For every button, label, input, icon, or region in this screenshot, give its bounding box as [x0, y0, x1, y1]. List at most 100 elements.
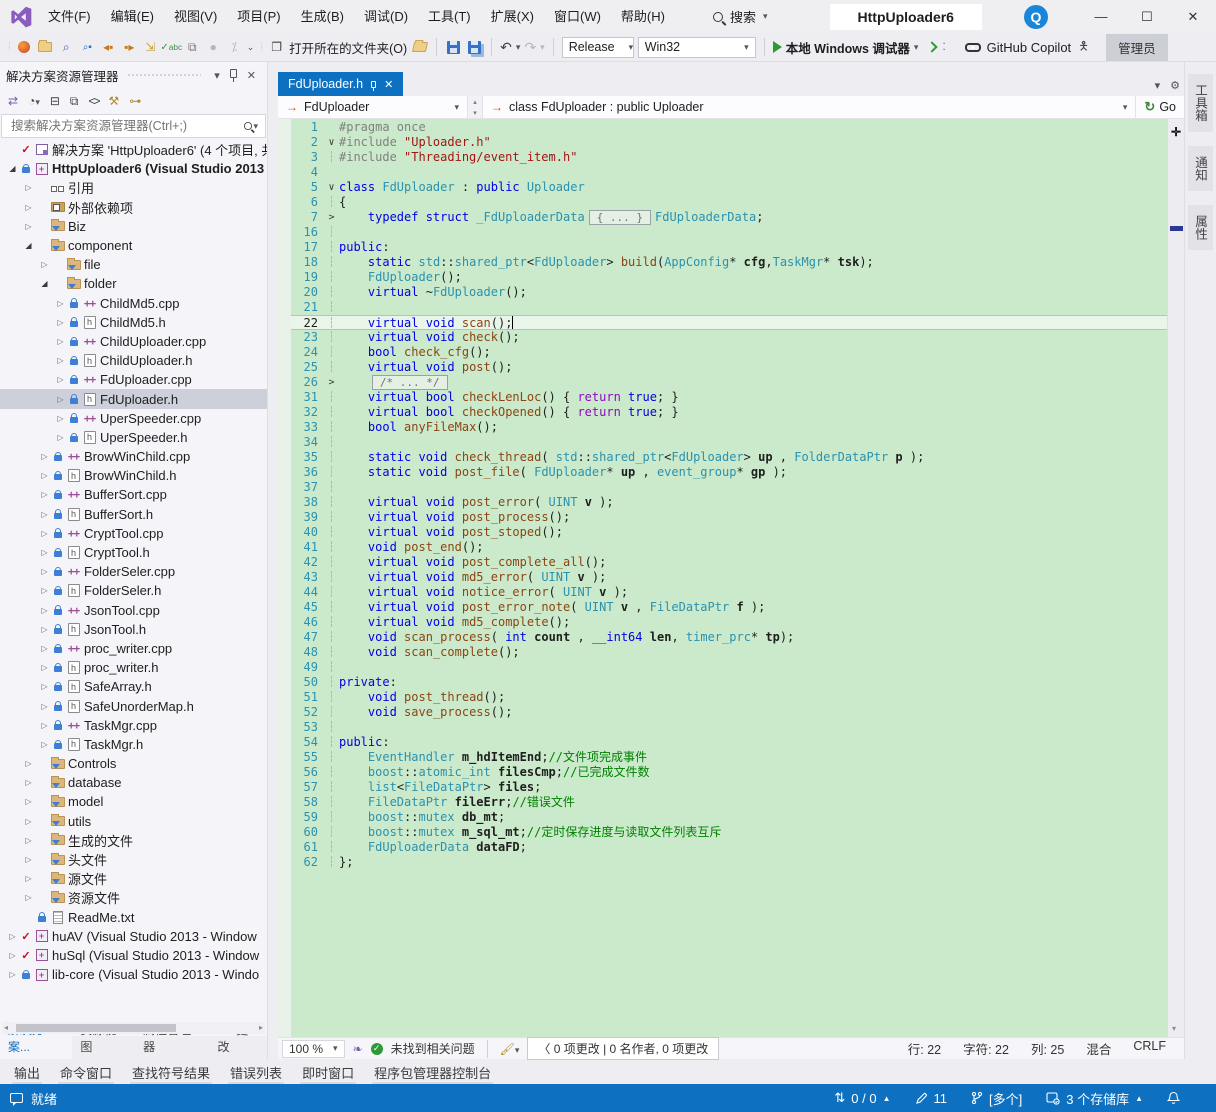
code-line-42[interactable]: 42┆ virtual void post_complete_all();	[291, 555, 1167, 570]
sync-with-active-document-icon[interactable]: <>	[88, 94, 98, 108]
expander-icon[interactable]: ▷	[22, 874, 35, 883]
panel-tab-2[interactable]: 查找符号结果	[124, 1061, 218, 1084]
menu-窗口[interactable]: 窗口(W)	[544, 0, 611, 33]
code-line-60[interactable]: 60┆ boost::mutex m_sql_mt;//定时保存进度与读取文件列…	[291, 825, 1167, 840]
eol-indicator[interactable]: CRLF	[1133, 1039, 1166, 1058]
tree-item-BrowWinChild.h[interactable]: ▷hBrowWinChild.h	[0, 466, 267, 485]
problems-status[interactable]: 未找到相关问题	[391, 1040, 475, 1057]
code-line-52[interactable]: 52┆ void save_process();	[291, 705, 1167, 720]
code-line-37[interactable]: 37┆	[291, 480, 1167, 495]
tree-item-CryptTool.h[interactable]: ▷hCryptTool.h	[0, 543, 267, 562]
find-symbol-icon[interactable]: ⌕▪	[79, 39, 96, 56]
code-line-5[interactable]: 5∨class FdUploader : public Uploader	[291, 180, 1167, 195]
tree-item-proc_writer.cpp[interactable]: ▷++proc_writer.cpp	[0, 639, 267, 658]
debug-target-button[interactable]: 本地 Windows 调试器	[786, 38, 910, 57]
tree-item-TaskMgr.cpp[interactable]: ▷++TaskMgr.cpp	[0, 716, 267, 735]
menu-工具[interactable]: 工具(T)	[418, 0, 481, 33]
expander-icon[interactable]: ▷	[6, 932, 19, 941]
tree-item-资源文件[interactable]: ▷资源文件	[0, 888, 267, 907]
code-line-18[interactable]: 18┆ static std::shared_ptr<FdUploader> b…	[291, 255, 1167, 270]
open-folder-icon[interactable]	[411, 39, 428, 56]
tablist-dropdown-icon[interactable]: ▾	[1155, 79, 1161, 92]
expand-region-icon[interactable]: >	[324, 375, 339, 390]
code-line-56[interactable]: 56┆ boost::atomic_int filesCmp;//已完成文件数	[291, 765, 1167, 780]
open-containing-folder-button[interactable]: 打开所在的文件夹(O)	[289, 38, 407, 57]
tree-item-源文件[interactable]: ▷源文件	[0, 869, 267, 888]
toolbar-overflow[interactable]: ⁚	[942, 42, 944, 53]
expander-icon[interactable]: ▷	[22, 836, 35, 845]
tree-item-SafeUnorderMap.h[interactable]: ▷hSafeUnorderMap.h	[0, 696, 267, 715]
code-line-3[interactable]: 3┆#include "Threading/event_item.h"	[291, 150, 1167, 165]
panel-splitter[interactable]	[268, 62, 278, 1059]
expander-icon[interactable]: ▷	[22, 855, 35, 864]
expander-icon[interactable]: ▷	[38, 260, 51, 269]
navigate-backward-icon[interactable]: ◂▪	[100, 39, 117, 56]
pending-edits-status[interactable]: 11	[915, 1091, 948, 1106]
tree-item-database[interactable]: ▷database	[0, 773, 267, 792]
save-icon[interactable]	[445, 39, 462, 56]
expander-icon[interactable]: ▷	[38, 471, 51, 480]
code-line-47[interactable]: 47┆ void scan_process( int count , __int…	[291, 630, 1167, 645]
code-line-48[interactable]: 48┆ void scan_complete();	[291, 645, 1167, 660]
minimize-button[interactable]: —	[1078, 0, 1124, 33]
collapsed-region-box[interactable]: /* ... */	[372, 375, 448, 390]
tree-item-BrowWinChild.cpp[interactable]: ▷++BrowWinChild.cpp	[0, 447, 267, 466]
feedback-bubble-icon[interactable]	[10, 1093, 23, 1103]
tree-item-ReadMe.txt[interactable]: ReadMe.txt	[0, 908, 267, 927]
code-line-44[interactable]: 44┆ virtual void notice_error( UINT v );	[291, 585, 1167, 600]
side-tab-工具箱[interactable]: 工具箱	[1188, 74, 1213, 132]
types-dropdown[interactable]: → FdUploader ▾	[278, 96, 468, 118]
title-search[interactable]: 搜索 ▾	[713, 7, 768, 26]
code-line-32[interactable]: 32┆ virtual bool checkOpened() { return …	[291, 405, 1167, 420]
tree-item-ChildUploader.h[interactable]: ▷hChildUploader.h	[0, 351, 267, 370]
code-line-51[interactable]: 51┆ void post_thread();	[291, 690, 1167, 705]
collapse-region-icon[interactable]: ∨	[324, 180, 339, 195]
expander-icon[interactable]: ▷	[38, 548, 51, 557]
tree-item-BufferSort.h[interactable]: ▷hBufferSort.h	[0, 505, 267, 524]
expand-region-icon[interactable]: >	[324, 210, 339, 225]
expander-icon[interactable]: ▷	[38, 721, 51, 730]
tree-item-proc_writer.h[interactable]: ▷hproc_writer.h	[0, 658, 267, 677]
collapse-region-icon[interactable]: ∨	[324, 135, 339, 150]
solution-search-box[interactable]: ▾	[1, 114, 266, 138]
preview-selected-icon[interactable]: ⊶	[129, 94, 141, 108]
code-line-4[interactable]: 4	[291, 165, 1167, 180]
scrollbar-thumb[interactable]	[16, 1024, 176, 1032]
extension-icon[interactable]	[16, 39, 33, 56]
menu-调试[interactable]: 调试(D)	[354, 0, 418, 33]
tree-item-lib-core[interactable]: ▷+lib-core (Visual Studio 2013 - Windo	[0, 965, 267, 984]
scroll-right-icon[interactable]: ▸	[259, 1023, 263, 1032]
code-line-35[interactable]: 35┆ static void check_thread( std::share…	[291, 450, 1167, 465]
expander-icon[interactable]: ▷	[38, 529, 51, 538]
code-line-39[interactable]: 39┆ virtual void post_process();	[291, 510, 1167, 525]
tree-item-JsonTool.h[interactable]: ▷hJsonTool.h	[0, 620, 267, 639]
code-line-1[interactable]: 1#pragma once	[291, 120, 1167, 135]
side-tab-通知[interactable]: 通知	[1188, 146, 1213, 191]
tree-item-SafeArray.h[interactable]: ▷hSafeArray.h	[0, 677, 267, 696]
expander-icon[interactable]: ▷	[38, 663, 51, 672]
close-tab-icon[interactable]: ✕	[384, 78, 393, 91]
pin-icon[interactable]	[371, 81, 376, 88]
code-line-45[interactable]: 45┆ virtual void post_error_note( UINT v…	[291, 600, 1167, 615]
code-line-46[interactable]: 46┆ virtual void md5_complete();	[291, 615, 1167, 630]
code-line-58[interactable]: 58┆ FileDataPtr fileErr;//错误文件	[291, 795, 1167, 810]
panel-tab-4[interactable]: 即时窗口	[294, 1061, 362, 1084]
menu-扩展[interactable]: 扩展(X)	[481, 0, 544, 33]
expander-icon[interactable]: ▷	[38, 510, 51, 519]
expander-icon[interactable]: ▷	[22, 183, 35, 192]
expander-icon[interactable]: ▷	[6, 951, 19, 960]
tree-item-huAV[interactable]: ▷✓+huAV (Visual Studio 2013 - Window	[0, 927, 267, 946]
expander-icon[interactable]: ▷	[38, 644, 51, 653]
code-line-57[interactable]: 57┆ list<FileDataPtr> files;	[291, 780, 1167, 795]
encoding-indicator[interactable]: 混合	[1086, 1039, 1111, 1058]
expander-icon[interactable]: ▷	[54, 337, 67, 346]
code-line-43[interactable]: 43┆ virtual void md5_error( UINT v );	[291, 570, 1167, 585]
expander-icon[interactable]: ▷	[54, 299, 67, 308]
breakpoint-margin[interactable]	[278, 119, 291, 1037]
collapse-all-icon[interactable]: ⊟	[50, 94, 60, 108]
tree-item-UperSpeeder.cpp[interactable]: ▷++UperSpeeder.cpp	[0, 409, 267, 428]
expander-icon[interactable]: ▷	[22, 222, 35, 231]
sync-status[interactable]: ⇅ 0 / 0 ▲	[834, 1090, 890, 1106]
code-line-61[interactable]: 61┆ FdUploaderData dataFD;	[291, 840, 1167, 855]
zoom-select[interactable]: 100 % ▾	[282, 1040, 345, 1058]
